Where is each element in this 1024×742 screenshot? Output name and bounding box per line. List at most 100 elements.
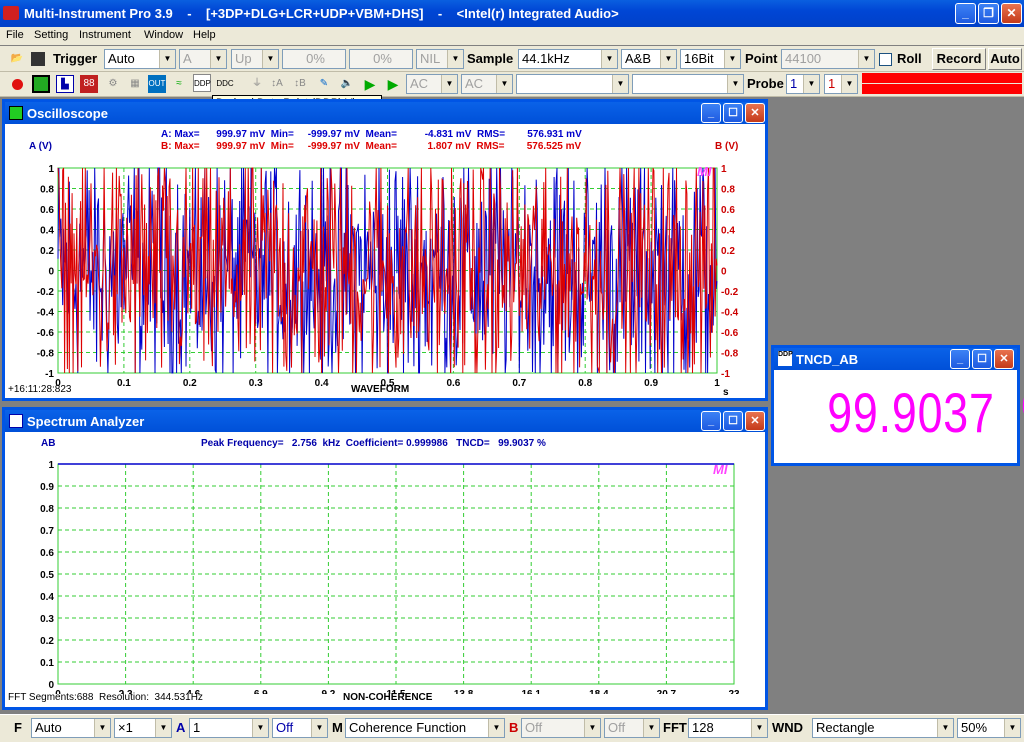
trigger-delay-stepper[interactable]: 0% xyxy=(349,49,413,69)
oscilloscope-minimize-button[interactable]: _ xyxy=(701,103,721,123)
sweep-icon[interactable]: ≈ xyxy=(170,75,188,93)
point-select[interactable]: 44100 ▼ xyxy=(781,49,875,69)
y-tick-label-left: -0.6 xyxy=(37,328,55,339)
record-button[interactable]: Record xyxy=(932,48,986,70)
save-icon[interactable] xyxy=(31,52,45,66)
window-function-select[interactable]: Rectangle ▼ xyxy=(812,718,954,738)
trigger-level-stepper[interactable]: 0% xyxy=(282,49,346,69)
y-tick-label-left: 0.2 xyxy=(40,246,54,257)
bits-value: 16Bit xyxy=(684,51,714,66)
probe-tool-icon[interactable]: ✎ xyxy=(315,75,333,93)
x-tick-label: 0.1 xyxy=(117,378,131,389)
x-tick-label: 0.4 xyxy=(315,378,329,389)
auto-button[interactable]: Auto xyxy=(988,48,1022,70)
spectrum-plot[interactable]: 10.90.80.70.60.50.40.30.20.1002.34.66.99… xyxy=(5,454,765,694)
trigger-mode-select[interactable]: Auto ▼ xyxy=(104,49,176,69)
chevron-down-icon: ▼ xyxy=(159,50,175,68)
speaker-icon[interactable]: 🔈 xyxy=(338,75,356,93)
nil-select[interactable]: NIL ▼ xyxy=(416,49,464,69)
menu-file[interactable]: File xyxy=(6,29,24,41)
spectrum-maximize-button[interactable]: ☐ xyxy=(723,411,743,431)
oscilloscope-close-button[interactable]: ✕ xyxy=(745,103,765,123)
coupling-b-value: AC xyxy=(465,76,484,91)
menu-window[interactable]: Window xyxy=(144,29,183,41)
play-step-icon[interactable]: ▶ xyxy=(384,75,402,93)
chevron-down-icon: ▼ xyxy=(488,719,504,737)
y-tick-label-right: 0 xyxy=(721,267,727,278)
coupling-a-select[interactable]: AC ▼ xyxy=(406,74,458,94)
menu-instrument[interactable]: Instrument xyxy=(79,29,131,41)
y-tick-label-left: 0.8 xyxy=(40,185,54,196)
ddp-icon: DDP xyxy=(778,351,793,366)
sample-rate-select[interactable]: 44.1kHz ▼ xyxy=(518,49,618,69)
coupling-b-select[interactable]: AC ▼ xyxy=(461,74,513,94)
toolbar-instruments: ▙ 88 ⚙ ▦ OUT ≈ DDP DDC ⏚ ↕A ↕B ✎ 🔈 ▶ ▶ A… xyxy=(0,72,1024,97)
probe-a-select[interactable]: 1 ▼ xyxy=(786,74,820,94)
bits-select[interactable]: 16Bit ▼ xyxy=(680,49,741,69)
a-select[interactable]: 1 ▼ xyxy=(189,718,269,738)
probe-label: Probe xyxy=(747,76,784,91)
output-icon[interactable]: OUT xyxy=(148,75,166,93)
window-function-value: Rectangle xyxy=(816,720,875,735)
spectrum-icon[interactable]: ▙ xyxy=(56,75,74,93)
osc-logo: MI xyxy=(697,164,712,179)
y-tick-label-right: -0.4 xyxy=(721,308,739,319)
tncd-close-button[interactable]: ✕ xyxy=(994,349,1014,369)
cursor-b-icon[interactable]: ↕B xyxy=(291,75,309,93)
sample-label: Sample xyxy=(467,51,514,66)
cursor-a-icon[interactable]: ↕A xyxy=(268,75,286,93)
play-icon[interactable]: ▶ xyxy=(361,75,379,93)
spectrum-minimize-button[interactable]: _ xyxy=(701,411,721,431)
ddp-viewer-icon[interactable]: DDP xyxy=(193,74,211,92)
spectrum-close-button[interactable]: ✕ xyxy=(745,411,765,431)
generator-icon[interactable]: ⚙ xyxy=(104,75,122,93)
tncd-title-bar: DDP TNCD_AB _ ☐ ✕ xyxy=(774,348,1017,370)
chevron-down-icon: ▼ xyxy=(660,50,676,68)
spectrum-title: Spectrum Analyzer xyxy=(27,414,145,429)
channels-select[interactable]: A&B ▼ xyxy=(621,49,677,69)
multiplier-select[interactable]: ×1 ▼ xyxy=(114,718,172,738)
roll-checkbox[interactable] xyxy=(879,53,892,66)
oscilloscope-maximize-button[interactable]: ☐ xyxy=(723,103,743,123)
tncd-minimize-button[interactable]: _ xyxy=(950,349,970,369)
fft-size-select[interactable]: 128 ▼ xyxy=(688,718,768,738)
trigger-channel-select[interactable]: A ▼ xyxy=(179,49,227,69)
b-off-value: Off xyxy=(608,720,626,735)
b-select[interactable]: Off ▼ xyxy=(521,718,601,738)
overlap-select[interactable]: 50% ▼ xyxy=(957,718,1021,738)
dsp-icon[interactable]: ▦ xyxy=(126,75,144,93)
probe-b-select[interactable]: 1 ▼ xyxy=(824,74,858,94)
oscilloscope-title: Oscilloscope xyxy=(27,106,108,121)
fft-size-value: 128 xyxy=(692,720,714,735)
y-tick-label-left: -0.4 xyxy=(37,308,55,319)
probe-b-value: 1 xyxy=(828,76,836,91)
function-select[interactable]: Coherence Function ▼ xyxy=(345,718,505,738)
minimize-button[interactable]: _ xyxy=(955,3,976,24)
right-axis-unit: B (V) xyxy=(715,141,739,152)
multimeter-icon[interactable]: 88 xyxy=(80,75,98,93)
calibrate-icon[interactable]: ⏚ xyxy=(248,75,266,93)
oscilloscope-icon[interactable] xyxy=(32,75,50,93)
menu-help[interactable]: Help xyxy=(193,29,216,41)
chevron-down-icon: ▼ xyxy=(210,50,226,68)
spectrum-icon xyxy=(9,414,23,428)
b-off-select[interactable]: Off ▼ xyxy=(604,718,660,738)
range-b-select[interactable]: ▼ xyxy=(632,74,744,94)
app-title: Multi-Instrument Pro 3.9 - [+3DP+DLG+LCR… xyxy=(24,6,619,21)
y-tick-label-left: -0.8 xyxy=(37,349,55,360)
ddc-icon[interactable]: DDC xyxy=(216,75,234,93)
timestamp: +16:11:28:823 xyxy=(8,384,72,395)
range-a-select[interactable]: ▼ xyxy=(516,74,629,94)
oscilloscope-plot[interactable]: 1 1 0.8 0.8 0.6 0.6 0.4 0.4 0.2 0.2 0 0 -0.2 -0.2 -0.4… xyxy=(5,157,765,397)
tncd-maximize-button[interactable]: ☐ xyxy=(972,349,992,369)
frequency-select[interactable]: Auto ▼ xyxy=(31,718,111,738)
record-dot-icon[interactable] xyxy=(9,76,27,94)
a-off-select[interactable]: Off ▼ xyxy=(272,718,328,738)
menu-setting[interactable]: Setting xyxy=(34,29,68,41)
y-tick-label-right: -0.6 xyxy=(721,328,739,339)
open-folder-icon[interactable]: 📂 xyxy=(8,50,26,68)
left-axis-unit: A (V) xyxy=(29,141,52,152)
trigger-edge-select[interactable]: Up ▼ xyxy=(231,49,279,69)
close-button[interactable]: ✕ xyxy=(1001,3,1022,24)
restore-button[interactable]: ❐ xyxy=(978,3,999,24)
